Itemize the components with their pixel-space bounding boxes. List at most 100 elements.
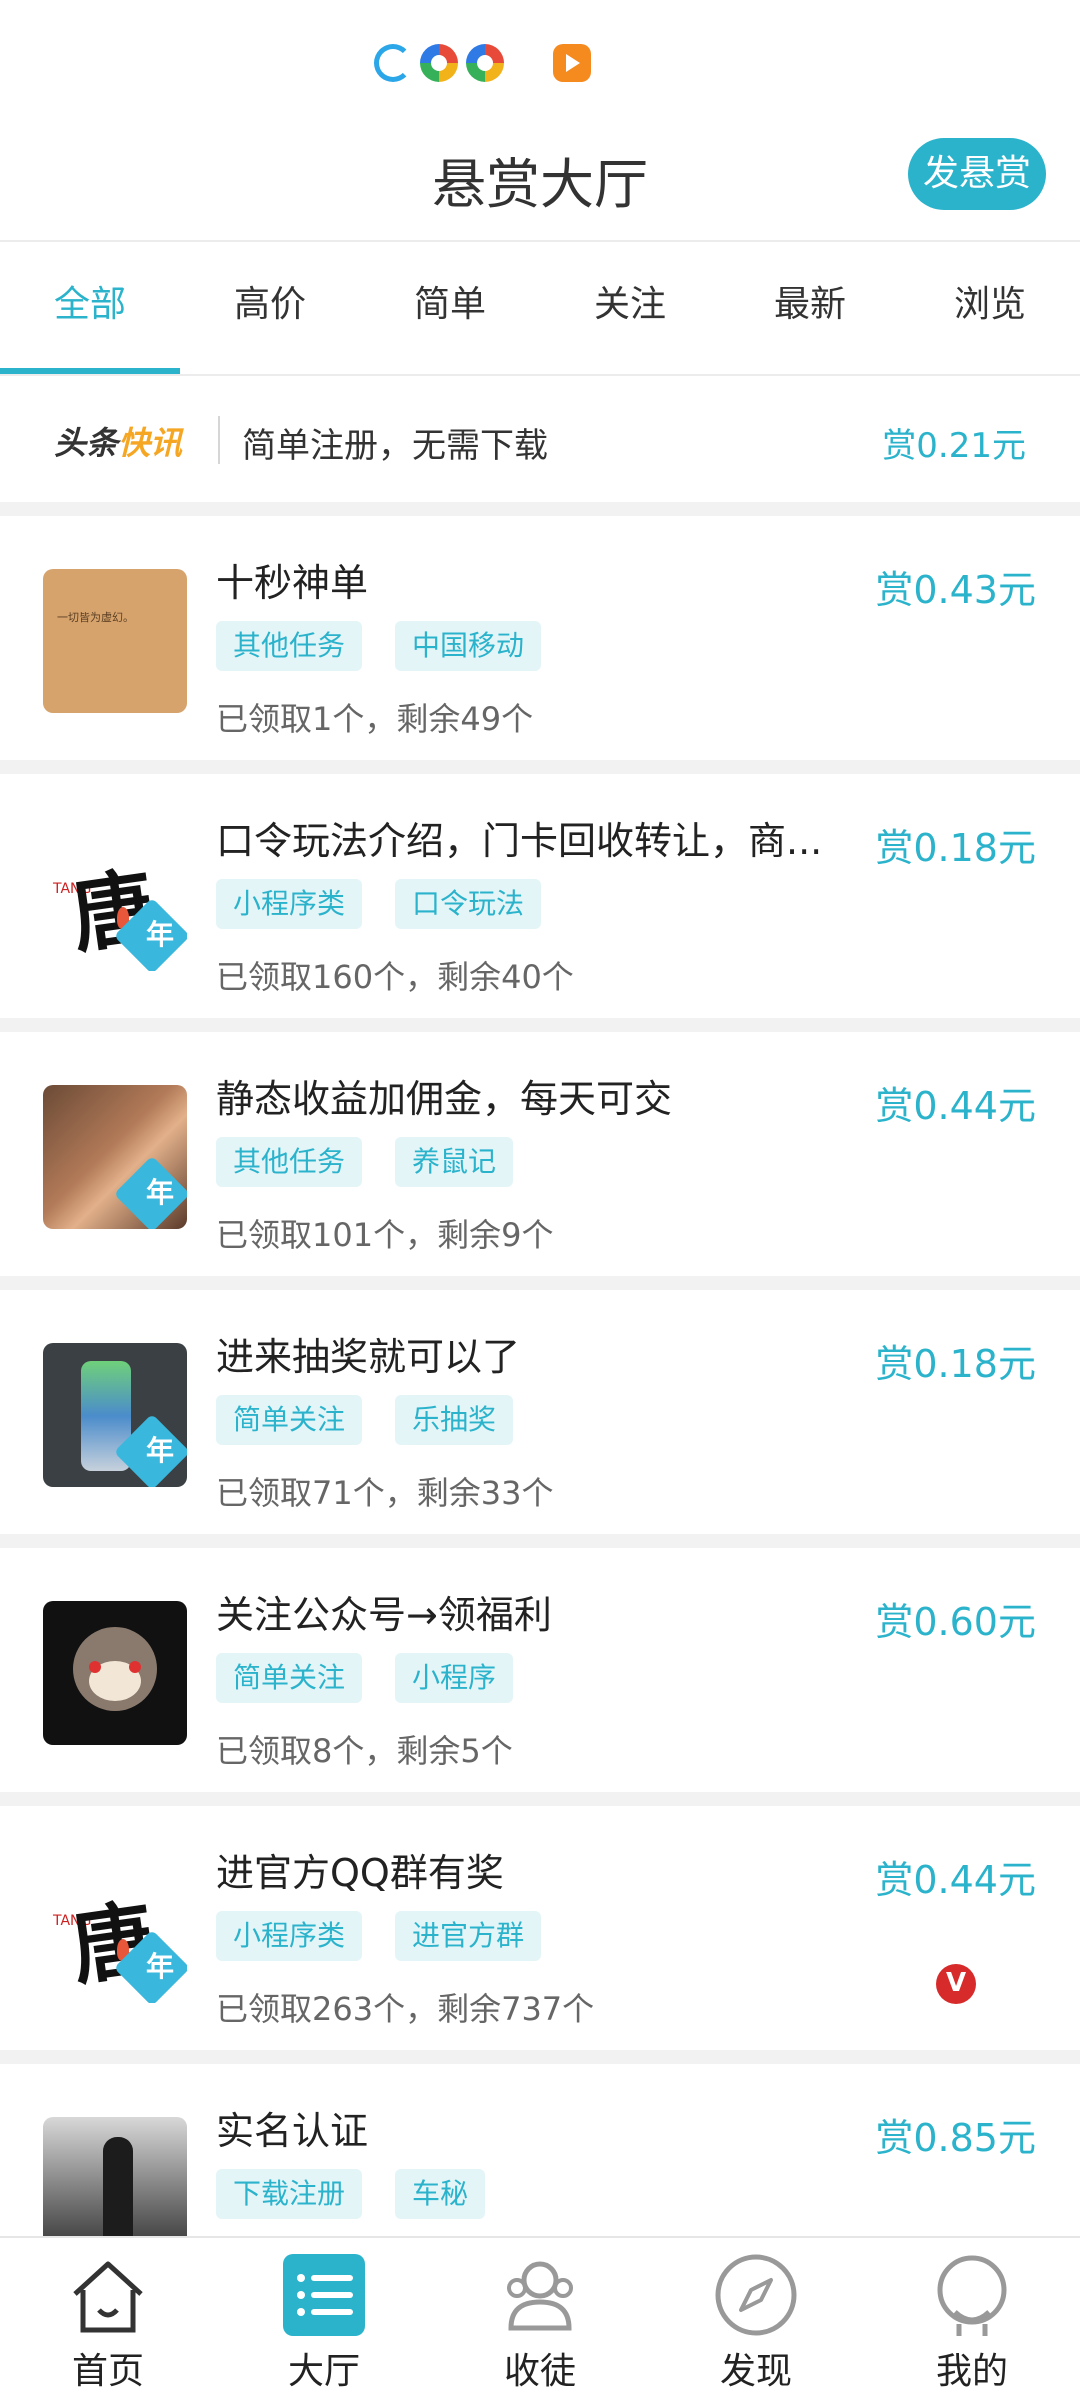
monkey-icon — [73, 1627, 157, 1711]
news-brand-logo: 头条快讯 — [54, 418, 182, 464]
task-status: 已领取1个，剩余49个 — [216, 700, 534, 738]
task-tag: 口令玩法 — [395, 879, 542, 929]
nav-home[interactable]: 首页 — [0, 2238, 216, 2402]
home-icon — [73, 2261, 143, 2333]
task-thumbnail: TANG 唐 年 — [43, 1859, 187, 2003]
profile-icon — [937, 2255, 1007, 2336]
section-gap — [0, 1276, 1080, 1290]
section-gap — [0, 502, 1080, 516]
task-reward: 赏0.85元 — [875, 2116, 1036, 2160]
task-card[interactable]: 关注公众号→领福利 简单关注 小程序 已领取8个，剩余5个 赏0.60元 — [0, 1548, 1080, 1792]
news-ticker[interactable]: 头条快讯 简单注册，无需下载 赏0.21元 — [0, 376, 1080, 502]
task-thumbnail: 一切皆为虚幻。 — [43, 569, 187, 713]
nav-apprentice[interactable]: 收徒 — [432, 2238, 648, 2402]
news-brand-b: 快讯 — [118, 424, 183, 462]
section-gap — [0, 1534, 1080, 1548]
nav-hall[interactable]: 大厅 — [216, 2238, 432, 2402]
section-gap — [0, 760, 1080, 774]
year-badge-label: 年 — [145, 918, 174, 951]
nav-discover[interactable]: 发现 — [648, 2238, 864, 2402]
task-card[interactable]: 年 静态收益加佣金，每天可交 其他任务 养鼠记 已领取101个，剩余9个 赏0.… — [0, 1032, 1080, 1276]
browser-icon — [374, 44, 412, 82]
post-bounty-button[interactable]: 发悬赏 — [908, 138, 1046, 210]
task-reward: 赏0.43元 — [875, 568, 1036, 612]
users-icon — [507, 2261, 573, 2331]
task-tag: 车秘 — [395, 2169, 486, 2219]
task-thumbnail: 年 — [43, 1343, 187, 1487]
nav-label: 大厅 — [287, 2351, 360, 2392]
task-tag: 进官方群 — [395, 1911, 542, 1961]
header: 悬赏大厅 发悬赏 — [0, 120, 1080, 240]
task-tag: 简单关注 — [216, 1395, 363, 1445]
task-card[interactable]: 年 进来抽奖就可以了 简单关注 乐抽奖 已领取71个，剩余33个 赏0.18元 — [0, 1290, 1080, 1534]
task-status: 已领取160个，剩余40个 — [216, 958, 574, 996]
task-status: 已领取263个，剩余737个 — [216, 1990, 595, 2028]
tab-all[interactable]: 全部 — [0, 242, 180, 374]
task-tag: 小程序类 — [216, 879, 363, 929]
section-gap — [0, 1792, 1080, 1806]
task-card[interactable]: TANG 唐 年 进官方QQ群有奖 小程序类 进官方群 已领取263个，剩余73… — [0, 1806, 1080, 2050]
task-status: 已领取101个，剩余9个 — [216, 1216, 554, 1254]
person-figure — [103, 2137, 133, 2247]
status-icons-row — [0, 0, 1080, 120]
nav-mine[interactable]: 我的 — [864, 2238, 1080, 2402]
task-card[interactable]: TANG 唐 年 口令玩法介绍，门卡回收转让，商... 小程序类 口令玩法 已领… — [0, 774, 1080, 1018]
task-reward: 赏0.18元 — [875, 826, 1036, 870]
nav-label: 收徒 — [503, 2351, 576, 2392]
vip-mark-icon: V — [936, 1964, 976, 2004]
news-reward: 赏0.21元 — [882, 426, 1026, 466]
task-tag: 其他任务 — [216, 1137, 363, 1187]
task-title: 进官方QQ群有奖 — [216, 1851, 504, 1895]
task-tag: 小程序类 — [216, 1911, 363, 1961]
task-reward: 赏0.44元 — [875, 1084, 1036, 1128]
task-card[interactable]: 一切皆为虚幻。 十秒神单 其他任务 中国移动 已领取1个，剩余49个 赏0.43… — [0, 516, 1080, 760]
task-tag: 下载注册 — [216, 2169, 363, 2219]
task-reward: 赏0.44元 — [875, 1858, 1036, 1902]
task-reward: 赏0.60元 — [875, 1600, 1036, 1644]
task-tag: 小程序 — [395, 1653, 514, 1703]
task-status: 已领取8个，剩余5个 — [216, 1732, 513, 1770]
multicolor-icon — [420, 44, 458, 82]
nav-label: 首页 — [71, 2351, 144, 2392]
thumb-caption: 一切皆为虚幻。 — [57, 611, 134, 624]
task-title: 静态收益加佣金，每天可交 — [216, 1077, 673, 1121]
year-badge-label: 年 — [145, 1950, 174, 1983]
year-badge-label: 年 — [145, 1434, 174, 1467]
task-tag: 简单关注 — [216, 1653, 363, 1703]
task-title: 关注公众号→领福利 — [216, 1593, 552, 1637]
bottom-navigation: 首页 大厅 收徒 发现 我的 — [0, 2236, 1080, 2402]
compass-icon — [715, 2254, 797, 2336]
monkey-cheek — [129, 1661, 141, 1673]
task-thumbnail: 年 — [43, 1085, 187, 1229]
task-status: 已领取71个，剩余33个 — [216, 1474, 554, 1512]
news-brand-a: 头条 — [54, 424, 119, 462]
video-icon — [553, 44, 591, 82]
tab-browse[interactable]: 浏览 — [900, 242, 1080, 374]
nav-label: 发现 — [719, 2351, 792, 2392]
task-tag: 其他任务 — [216, 621, 363, 671]
task-tag: 乐抽奖 — [395, 1395, 514, 1445]
section-gap — [0, 2050, 1080, 2064]
tab-simple[interactable]: 简单 — [360, 242, 540, 374]
task-title: 进来抽奖就可以了 — [216, 1335, 521, 1379]
task-title: 实名认证 — [216, 2109, 369, 2153]
task-title: 口令玩法介绍，门卡回收转让，商... — [216, 819, 823, 863]
year-badge-label: 年 — [145, 1176, 174, 1209]
news-text: 简单注册，无需下载 — [242, 426, 548, 466]
task-thumbnail: TANG 唐 年 — [43, 827, 187, 971]
tab-high-price[interactable]: 高价 — [180, 242, 360, 374]
task-tag: 养鼠记 — [395, 1137, 514, 1187]
divider — [218, 416, 220, 464]
section-gap — [0, 1018, 1080, 1032]
task-thumbnail — [43, 1601, 187, 1745]
task-title: 十秒神单 — [216, 561, 369, 605]
task-reward: 赏0.18元 — [875, 1342, 1036, 1386]
tab-bar: 全部 高价 简单 关注 最新 浏览 — [0, 242, 1080, 374]
list-icon — [283, 2254, 365, 2336]
tab-follow[interactable]: 关注 — [540, 242, 720, 374]
multicolor-icon — [466, 44, 504, 82]
task-tag: 中国移动 — [395, 621, 542, 671]
monkey-cheek — [89, 1661, 101, 1673]
nav-label: 我的 — [935, 2351, 1008, 2392]
tab-newest[interactable]: 最新 — [720, 242, 900, 374]
